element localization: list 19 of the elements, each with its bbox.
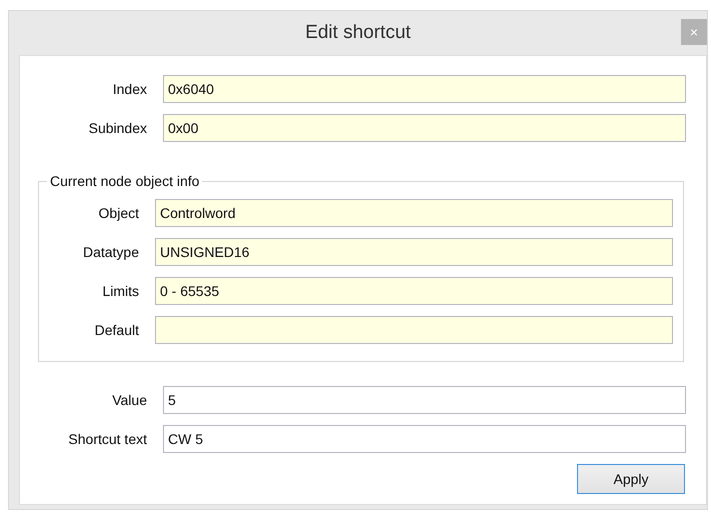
text-field[interactable]: 0x6040 xyxy=(163,75,686,103)
text-field[interactable]: CW 5 xyxy=(163,425,686,453)
field-label: Object xyxy=(98,205,140,221)
field-label: Index xyxy=(112,81,148,97)
text-field[interactable]: Controlword xyxy=(155,199,673,227)
field-label: Shortcut text xyxy=(67,431,148,447)
field-label: Limits xyxy=(101,283,140,299)
text-field[interactable]: 0 - 65535 xyxy=(155,277,673,305)
text-field[interactable]: UNSIGNED16 xyxy=(155,238,673,266)
apply-button[interactable]: Apply xyxy=(577,464,685,494)
field-label: Value xyxy=(111,392,148,408)
field-label: Subindex xyxy=(88,120,148,136)
field-label: Datatype xyxy=(82,244,140,260)
field-label: Default xyxy=(94,322,140,338)
text-field[interactable] xyxy=(155,316,673,344)
group-title: Current node object info xyxy=(47,173,202,189)
text-field[interactable]: 0x00 xyxy=(163,114,686,142)
text-field[interactable]: 5 xyxy=(163,386,686,414)
window-title: Edit shortcut xyxy=(305,22,411,44)
